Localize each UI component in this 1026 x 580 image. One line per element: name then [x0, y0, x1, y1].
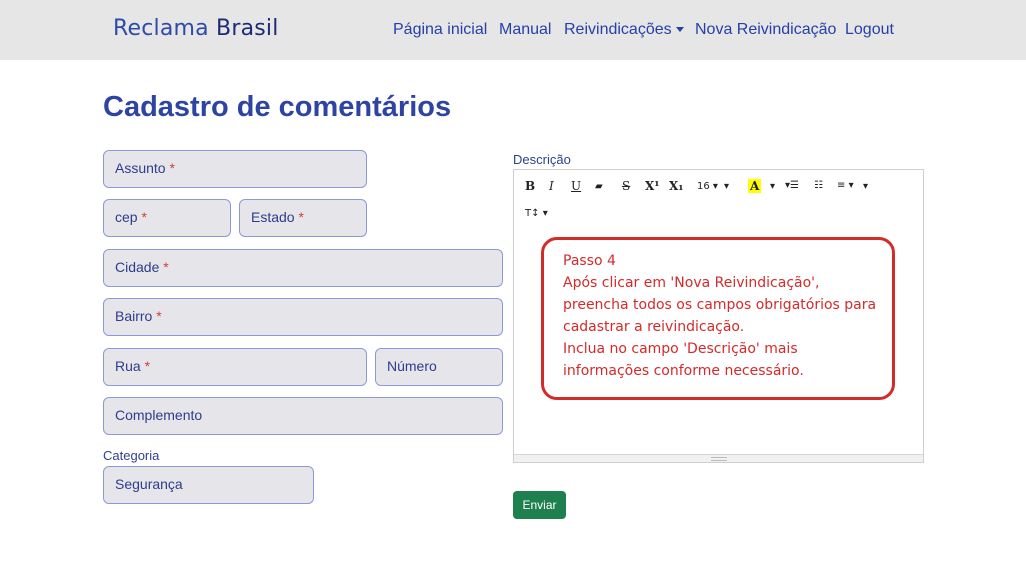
nav-home[interactable]: Página inicial [393, 21, 487, 39]
align-dropdown[interactable]: ≡ ▾ [837, 180, 854, 191]
bold-button[interactable]: B [525, 179, 535, 193]
assunto-placeholder: Assunto [115, 160, 166, 176]
nav-logout[interactable]: Logout [845, 21, 894, 39]
categoria-value: Segurança [115, 476, 183, 492]
cidade-placeholder: Cidade [115, 259, 160, 275]
required-mark: * [169, 160, 175, 176]
editor-resize-bar[interactable] [514, 454, 923, 462]
callout-line: cadastrar a reivindicação. [563, 319, 745, 335]
numero-placeholder: Número [387, 358, 437, 374]
numero-field[interactable]: Número [375, 348, 503, 386]
cep-placeholder: cep [115, 209, 138, 225]
unordered-list-glyph: ☰ [790, 180, 799, 191]
brand-part2: Brasil [216, 16, 279, 41]
chevron-down-icon: ▾ [542, 208, 548, 219]
cidade-field[interactable]: Cidade * [103, 249, 503, 287]
nav-manual[interactable]: Manual [499, 21, 551, 39]
unordered-list-icon[interactable]: ▾☰ [785, 180, 799, 191]
bairro-field[interactable]: Bairro * [103, 298, 503, 336]
required-mark: * [163, 259, 169, 275]
resize-grip-icon[interactable] [711, 457, 727, 461]
text-style-dropdown[interactable]: T↕ ▾ [525, 208, 548, 219]
callout-line: Passo 4 [563, 253, 616, 269]
chevron-down-icon [675, 27, 684, 33]
chevron-down-icon[interactable]: ▾ [863, 181, 868, 192]
nav-claims-label: Reivindicações [564, 21, 672, 38]
strikethrough-button[interactable]: S [622, 179, 630, 193]
underline-button[interactable]: U [571, 179, 581, 193]
estado-placeholder: Estado [251, 209, 295, 225]
complemento-placeholder: Complemento [115, 407, 203, 423]
categoria-label: Categoria [103, 448, 160, 463]
superscript-button[interactable]: X¹ [645, 179, 660, 193]
ordered-list-icon[interactable]: ☷ [814, 180, 823, 191]
chevron-down-icon[interactable]: ▾ [770, 181, 775, 192]
callout-line: Inclua no campo 'Descrição' mais [563, 341, 798, 357]
eraser-icon[interactable]: ▰ [595, 181, 603, 192]
nav-new-claim[interactable]: Nova Reivindicação [695, 21, 836, 39]
estado-field[interactable]: Estado * [239, 199, 367, 237]
required-mark: * [144, 358, 151, 374]
page-title: Cadastro de comentários [103, 91, 452, 123]
italic-button[interactable]: I [549, 179, 554, 193]
text-style-icon: T↕ [525, 208, 540, 219]
chevron-down-icon: ▾ [712, 181, 718, 192]
tutorial-callout: Passo 4 Após clicar em 'Nova Reivindicaç… [541, 237, 895, 400]
brand-part1: Reclama [113, 16, 209, 41]
font-size-dropdown[interactable]: 16 ▾ [697, 181, 718, 192]
bairro-placeholder: Bairro [115, 308, 153, 324]
chevron-down-icon[interactable]: ▾ [724, 181, 729, 192]
callout-line: preencha todos os campos obrigatórios pa… [563, 297, 877, 313]
required-mark: * [298, 209, 304, 225]
complemento-field[interactable]: Complemento [103, 397, 503, 435]
submit-button[interactable]: Enviar [513, 491, 566, 519]
rua-field[interactable]: Rua * [103, 348, 367, 386]
highlight-button[interactable]: A [748, 179, 762, 193]
rua-placeholder: Rua [115, 358, 141, 374]
categoria-select[interactable]: Segurança [103, 466, 314, 504]
navbar: Reclama Brasil Página inicial Manual Rei… [0, 0, 1026, 60]
subscript-button[interactable]: X₁ [669, 179, 684, 193]
nav-claims-dropdown[interactable]: Reivindicações [564, 21, 684, 39]
required-mark: * [156, 308, 162, 324]
align-icon: ≡ [837, 180, 846, 191]
brand-logo[interactable]: Reclama Brasil [113, 16, 279, 41]
font-size-value: 16 [697, 181, 710, 192]
required-mark: * [141, 209, 147, 225]
assunto-field[interactable]: Assunto * [103, 150, 367, 188]
callout-line: Após clicar em 'Nova Reivindicação', [563, 275, 820, 291]
callout-line: informações conforme necessário. [563, 363, 804, 379]
descricao-label: Descrição [513, 152, 571, 167]
chevron-down-icon: ▾ [848, 180, 854, 191]
cep-field[interactable]: cep * [103, 199, 231, 237]
